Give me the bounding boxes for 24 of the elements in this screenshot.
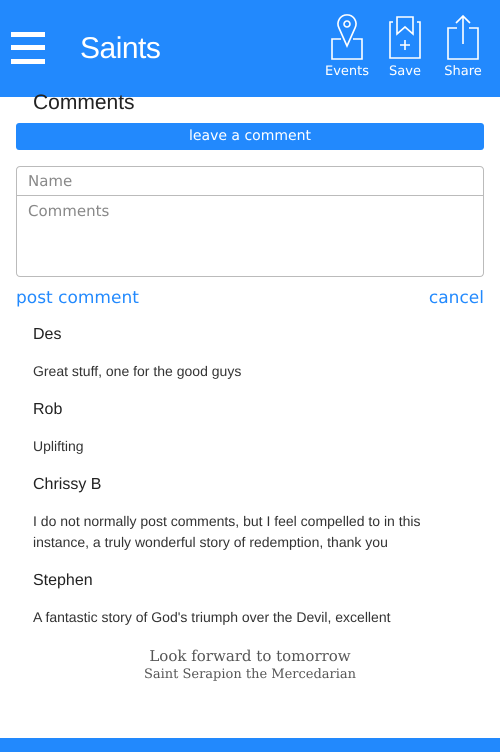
comment-text: Uplifting xyxy=(33,436,85,456)
comment-author: Rob xyxy=(33,400,64,420)
save-button[interactable]: Save xyxy=(379,14,431,82)
share-icon xyxy=(445,14,481,60)
cancel-link[interactable]: cancel xyxy=(428,286,484,312)
post-comment-link[interactable]: post comment xyxy=(16,286,139,312)
leave-comment-button[interactable]: leave a comment xyxy=(16,123,484,150)
quote-author: Saint Serapion the Mercedarian xyxy=(144,666,356,684)
map-pin-icon xyxy=(329,14,365,60)
bookmark-add-icon xyxy=(387,14,423,60)
comment-author: Chrissy B xyxy=(33,474,102,494)
comment-text: Great stuff, one for the good guys xyxy=(33,362,242,381)
comment-author: Stephen xyxy=(33,570,94,590)
section-heading: Comments xyxy=(33,91,136,115)
events-button[interactable]: Events xyxy=(321,14,373,82)
share-button[interactable]: Share xyxy=(437,14,489,82)
comments-field[interactable]: Comments xyxy=(16,196,484,277)
app-title: Saints xyxy=(80,31,160,67)
quote-text: Look forward to tomorrow xyxy=(149,646,351,666)
name-field[interactable]: Name xyxy=(16,166,484,196)
comment-text: A fantastic story of God's triumph over the Devil, excellent xyxy=(33,608,392,627)
comment-author: Des xyxy=(33,324,62,344)
menu-icon[interactable] xyxy=(11,32,45,64)
comment-text: I do not normally post comments, but I feel compelled to in this instance, a truly wonderful story of redemption, thank you xyxy=(33,512,422,552)
